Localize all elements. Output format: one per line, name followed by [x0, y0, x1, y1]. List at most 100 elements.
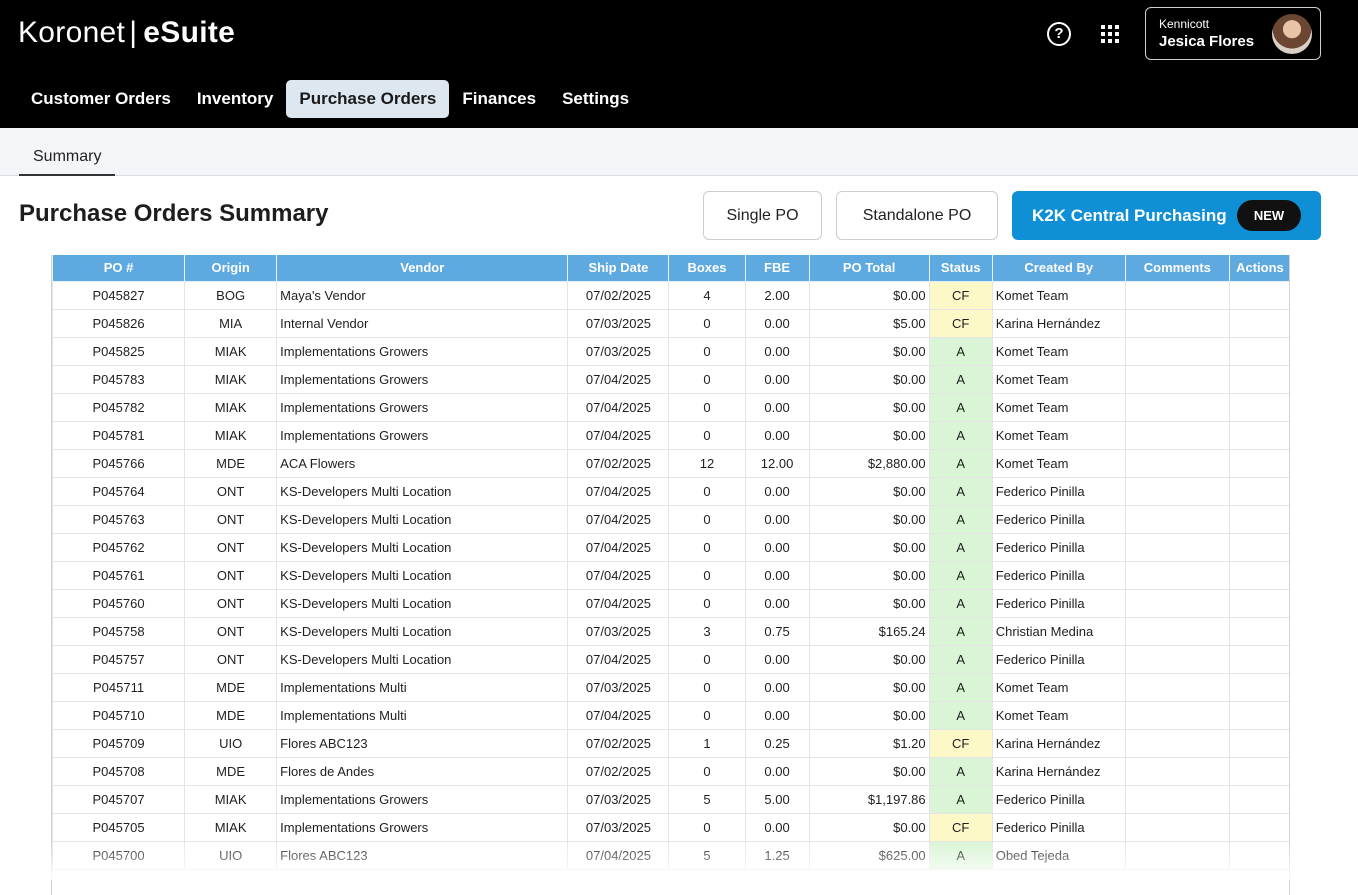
standalone-po-button[interactable]: Standalone PO — [836, 191, 998, 240]
vendor-cell: KS-Developers Multi Location — [276, 588, 569, 618]
actions-cell[interactable] — [1228, 308, 1289, 338]
table-row[interactable]: P045710 MDE Implementations Multi 07/04/202… — [52, 700, 1289, 730]
table-row[interactable]: P045708 MDE Flores de Andes 07/02/2025 0 0.00… — [52, 756, 1289, 786]
po-number-cell[interactable]: P045757 — [52, 644, 186, 674]
column-header-vendor[interactable]: Vendor — [276, 255, 569, 282]
table-row[interactable]: P045763 ONT KS-Developers Multi Location 07… — [52, 504, 1289, 534]
fbe-cell: 1.25 — [744, 840, 810, 870]
actions-cell[interactable] — [1228, 336, 1289, 366]
table-row[interactable]: P045758 ONT KS-Developers Multi Location 07… — [52, 616, 1289, 646]
table-row[interactable]: P045707 MIAK Implementations Growers 07/03/… — [52, 784, 1289, 814]
actions-cell[interactable] — [1228, 784, 1289, 814]
po-number-cell[interactable]: P045827 — [52, 280, 186, 310]
po-number-cell[interactable]: P045710 — [52, 700, 186, 730]
table-row[interactable]: P045709 UIO Flores ABC123 07/02/2025 1 0.25 $1… — [52, 728, 1289, 758]
vendor-cell: KS-Developers Multi Location — [276, 476, 569, 506]
ship-date-cell: 07/04/2025 — [567, 588, 670, 618]
table-row[interactable]: P045766 MDE ACA Flowers 07/02/2025 12 12.00 $2… — [52, 448, 1289, 478]
vendor-cell: KS-Developers Multi Location — [276, 560, 569, 590]
nav-settings[interactable]: Settings — [549, 80, 642, 118]
column-header-ship-date[interactable]: Ship Date — [567, 255, 670, 282]
actions-cell[interactable] — [1228, 364, 1289, 394]
status-cell: A — [928, 672, 993, 702]
table-row[interactable]: P045764 ONT KS-Developers Multi Location 07… — [52, 476, 1289, 506]
table-row[interactable]: P045762 ONT KS-Developers Multi Location 07… — [52, 532, 1289, 562]
ship-date-cell: 07/04/2025 — [567, 840, 670, 870]
actions-cell[interactable] — [1228, 672, 1289, 702]
table-row[interactable]: P045827 BOG Maya's Vendor 07/02/2025 4 2.00 $0… — [52, 280, 1289, 310]
table-row[interactable]: P045705 MIAK Implementations Growers 07/03/… — [52, 812, 1289, 842]
table-row[interactable]: P045783 MIAK Implementations Growers 07/04/… — [52, 364, 1289, 394]
column-header-po-total[interactable]: PO Total — [808, 255, 930, 282]
nav-purchase-orders[interactable]: Purchase Orders — [286, 80, 450, 118]
table-row[interactable]: P045700 UIO Flores ABC123 07/04/2025 5 1.25 $6… — [52, 840, 1289, 870]
actions-cell[interactable] — [1228, 448, 1289, 478]
app-logo[interactable]: Koronet | eSuite — [18, 16, 235, 50]
actions-cell[interactable] — [1228, 280, 1289, 310]
help-icon[interactable]: ? — [1047, 22, 1071, 46]
table-row[interactable]: P045825 MIAK Implementations Growers 07/03/… — [52, 336, 1289, 366]
po-number-cell[interactable]: P045700 — [52, 840, 186, 870]
created-by-cell: Karina Hernández — [991, 756, 1126, 786]
k2k-central-purchasing-button[interactable]: K2K Central Purchasing NEW — [1012, 191, 1321, 240]
single-po-button[interactable]: Single PO — [703, 191, 822, 240]
po-number-cell[interactable]: P045783 — [52, 364, 186, 394]
table-row[interactable]: P045761 ONT KS-Developers Multi Location 07… — [52, 560, 1289, 590]
actions-cell[interactable] — [1228, 392, 1289, 422]
po-number-cell[interactable]: P045761 — [52, 560, 186, 590]
actions-cell[interactable] — [1228, 616, 1289, 646]
po-number-cell[interactable]: P045709 — [52, 728, 186, 758]
column-header-created-by[interactable]: Created By — [991, 255, 1126, 282]
po-number-cell[interactable]: P045764 — [52, 476, 186, 506]
po-number-cell[interactable]: P045782 — [52, 392, 186, 422]
table-row[interactable]: P045781 MIAK Implementations Growers 07/04/… — [52, 420, 1289, 450]
ship-date-cell: 07/03/2025 — [567, 616, 670, 646]
column-header-fbe[interactable]: FBE — [744, 255, 810, 282]
po-number-cell[interactable]: P045826 — [52, 308, 186, 338]
origin-cell: ONT — [184, 644, 278, 674]
vendor-cell: Implementations Multi — [276, 700, 569, 730]
apps-grid-icon[interactable] — [1101, 25, 1119, 43]
column-header-boxes[interactable]: Boxes — [668, 255, 746, 282]
table-row[interactable]: P045711 MDE Implementations Multi 07/03/202… — [52, 672, 1289, 702]
actions-cell[interactable] — [1228, 644, 1289, 674]
po-number-cell[interactable]: P045762 — [52, 532, 186, 562]
nav-inventory[interactable]: Inventory — [184, 80, 287, 118]
column-header-po[interactable]: PO # — [52, 255, 186, 282]
po-number-cell[interactable]: P045760 — [52, 588, 186, 618]
po-number-cell[interactable]: P045766 — [52, 448, 186, 478]
column-header-actions[interactable]: Actions — [1228, 255, 1289, 282]
nav-finances[interactable]: Finances — [449, 80, 549, 118]
actions-cell[interactable] — [1228, 420, 1289, 450]
table-row[interactable]: P045760 ONT KS-Developers Multi Location 07… — [52, 588, 1289, 618]
actions-cell[interactable] — [1228, 588, 1289, 618]
po-number-cell[interactable]: P045825 — [52, 336, 186, 366]
po-number-cell[interactable]: P045763 — [52, 504, 186, 534]
actions-cell[interactable] — [1228, 840, 1289, 870]
po-number-cell[interactable]: P045711 — [52, 672, 186, 702]
po-number-cell[interactable]: P045705 — [52, 812, 186, 842]
actions-cell[interactable] — [1228, 700, 1289, 730]
actions-cell[interactable] — [1228, 560, 1289, 590]
po-number-cell[interactable]: P045707 — [52, 784, 186, 814]
table-row[interactable]: P045782 MIAK Implementations Growers 07/04/… — [52, 392, 1289, 422]
column-header-status[interactable]: Status — [928, 255, 993, 282]
nav-customer-orders[interactable]: Customer Orders — [18, 80, 184, 118]
actions-cell[interactable] — [1228, 532, 1289, 562]
table-row[interactable]: P045826 MIA Internal Vendor 07/03/2025 0 0.00… — [52, 308, 1289, 338]
table-row[interactable]: P045757 ONT KS-Developers Multi Location 07… — [52, 644, 1289, 674]
actions-cell[interactable] — [1228, 728, 1289, 758]
origin-cell: ONT — [184, 532, 278, 562]
actions-cell[interactable] — [1228, 476, 1289, 506]
actions-cell[interactable] — [1228, 504, 1289, 534]
po-number-cell[interactable]: P045758 — [52, 616, 186, 646]
status-cell: A — [928, 784, 993, 814]
column-header-origin[interactable]: Origin — [184, 255, 278, 282]
po-number-cell[interactable]: P045708 — [52, 756, 186, 786]
actions-cell[interactable] — [1228, 812, 1289, 842]
po-number-cell[interactable]: P045781 — [52, 420, 186, 450]
tab-summary[interactable]: Summary — [19, 128, 116, 176]
actions-cell[interactable] — [1228, 756, 1289, 786]
user-menu-button[interactable]: Kennicott Jesica Flores — [1145, 7, 1321, 60]
column-header-comments[interactable]: Comments — [1124, 255, 1230, 282]
